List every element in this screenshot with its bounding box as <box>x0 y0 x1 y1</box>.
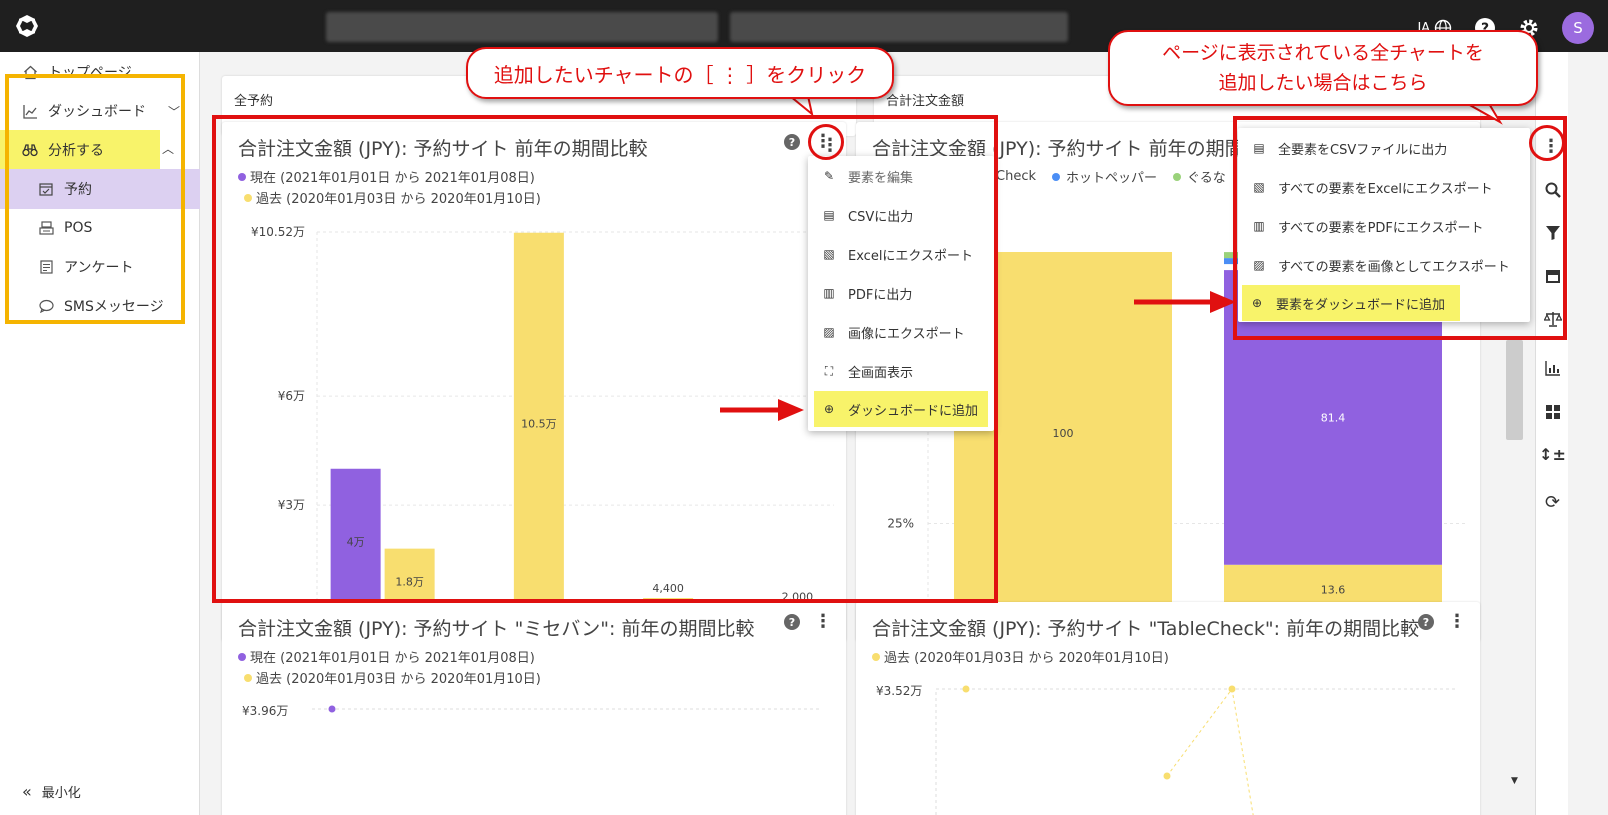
callout-text: 追加したい場合はこちら <box>1218 72 1428 94</box>
annotation-callout-left: 追加したいチャートの［ ⋮ ］をクリック <box>466 47 894 99</box>
callout-text: 追加したいチャートの［ ⋮ ］をクリック <box>493 62 867 87</box>
annotation-arrows <box>720 95 1503 421</box>
annotation-callout-right: ページに表示されている全チャートを 追加したい場合はこちら <box>1108 30 1538 106</box>
callout-text: ページに表示されている全チャートを <box>1162 42 1484 64</box>
